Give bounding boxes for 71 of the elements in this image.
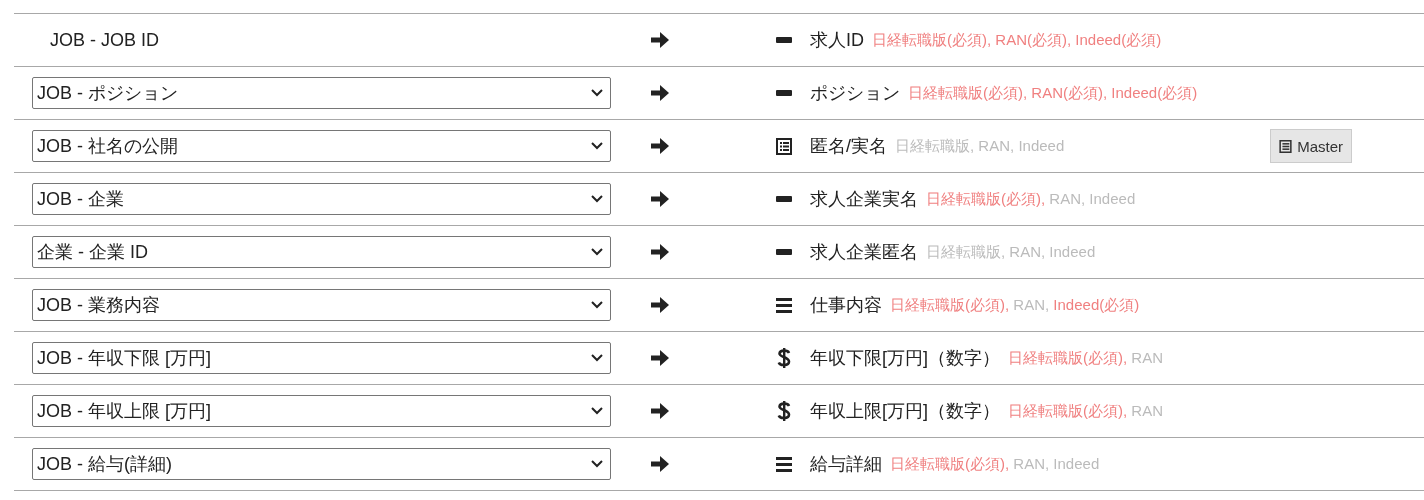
target-name: RAN, xyxy=(1013,454,1051,472)
arrow-right-icon xyxy=(651,138,669,154)
target-name: Indeed xyxy=(1018,136,1065,154)
chevron-down-icon xyxy=(591,301,603,309)
dollar-icon xyxy=(777,400,791,422)
target-name: RAN(必須), xyxy=(995,30,1073,48)
field-dropdown[interactable]: JOB - 年収上限 [万円] xyxy=(32,395,611,427)
field-dropdown[interactable]: JOB - 年収下限 [万円] xyxy=(32,342,611,374)
field-label: 求人ID xyxy=(810,29,864,52)
field-dropdown[interactable]: 企業 - 企業 ID xyxy=(32,236,611,268)
chevron-down-icon xyxy=(591,354,603,362)
target-name: Indeed(必須) xyxy=(1053,295,1140,313)
chevron-down-icon xyxy=(591,248,603,256)
list-icon xyxy=(1279,139,1293,153)
chevron-down-icon xyxy=(591,195,603,203)
target-name: 日経転職版(必須), xyxy=(1008,348,1129,366)
arrow-right-icon xyxy=(651,403,669,419)
target-name: 日経転職版(必須), xyxy=(872,30,993,48)
target-name: 日経転職版, xyxy=(926,242,1007,260)
arrow-right-icon xyxy=(651,32,669,48)
chevron-down-icon xyxy=(591,460,603,468)
field-label: ポジション xyxy=(810,82,900,105)
target-name: RAN, xyxy=(978,136,1016,154)
field-name: JOB - JOB ID xyxy=(49,29,159,51)
target-name: 日経転職版(必須), xyxy=(890,454,1011,472)
field-label: 給与詳細 xyxy=(810,453,882,476)
field-dropdown[interactable]: JOB - ポジション xyxy=(32,77,611,109)
arrow-right-icon xyxy=(651,350,669,366)
dollar-icon xyxy=(777,347,791,369)
chevron-down-icon xyxy=(591,89,603,97)
target-name: Indeed xyxy=(1089,189,1136,207)
field-label: 年収下限[万円]（数字） xyxy=(810,347,1000,370)
target-name: 日経転職版(必須), xyxy=(908,83,1029,101)
target-name: RAN xyxy=(1131,401,1163,419)
field-label: 仕事内容 xyxy=(810,294,882,317)
chevron-down-icon xyxy=(591,142,603,150)
field-dropdown[interactable]: JOB - 企業 xyxy=(32,183,611,215)
chevron-down-icon xyxy=(591,407,603,415)
target-name: 日経転職版(必須), xyxy=(1008,401,1129,419)
field-dropdown[interactable]: JOB - 給与(詳細) xyxy=(32,448,611,480)
arrow-right-icon xyxy=(651,297,669,313)
field-label: 年収上限[万円]（数字） xyxy=(810,400,1000,423)
field-label: 求人企業匿名 xyxy=(810,241,918,264)
field-dropdown[interactable]: JOB - 社名の公開 xyxy=(32,130,611,162)
list-icon xyxy=(776,137,792,155)
target-name: RAN, xyxy=(1009,242,1047,260)
field-label: 求人企業実名 xyxy=(810,188,918,211)
dash-icon xyxy=(776,90,792,96)
dash-icon xyxy=(776,37,792,43)
arrow-right-icon xyxy=(651,85,669,101)
target-name: RAN xyxy=(1131,348,1163,366)
menu-icon xyxy=(776,297,792,313)
field-label: 匿名/実名 xyxy=(810,135,887,158)
arrow-right-icon xyxy=(651,191,669,207)
target-name: Indeed xyxy=(1049,242,1096,260)
target-name: Indeed(必須) xyxy=(1111,83,1198,101)
field-dropdown[interactable]: JOB - 業務内容 xyxy=(32,289,611,321)
dash-icon xyxy=(776,249,792,255)
target-name: Indeed xyxy=(1053,454,1100,472)
target-name: RAN, xyxy=(1013,295,1051,313)
target-name: Indeed(必須) xyxy=(1075,30,1162,48)
arrow-right-icon xyxy=(651,456,669,472)
dash-icon xyxy=(776,196,792,202)
arrow-right-icon xyxy=(651,244,669,260)
target-name: RAN(必須), xyxy=(1031,83,1109,101)
target-name: 日経転職版(必須), xyxy=(890,295,1011,313)
target-name: 日経転職版, xyxy=(895,136,976,154)
menu-icon xyxy=(776,456,792,472)
target-name: RAN, xyxy=(1049,189,1087,207)
master-button[interactable]: Master xyxy=(1270,129,1352,163)
target-name: 日経転職版(必須), xyxy=(926,189,1047,207)
